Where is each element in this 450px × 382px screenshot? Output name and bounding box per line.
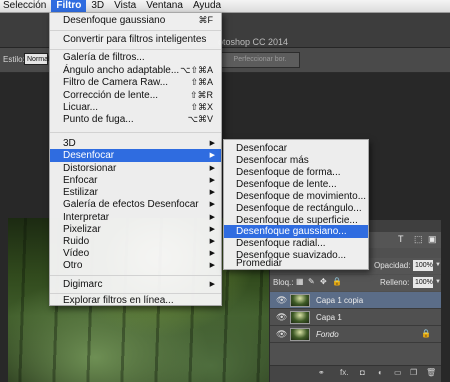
trash-icon[interactable]: 🗑	[426, 368, 436, 377]
shape-filter-icon[interactable]: ⬚	[414, 234, 423, 245]
estilo-select[interactable]: Normal	[24, 53, 50, 65]
menu-separator	[50, 30, 221, 31]
shortcut-label: ⌥⌘V	[187, 114, 213, 124]
shortcut-label: ⌘F	[198, 15, 214, 25]
visibility-eye-icon[interactable]: 👁	[276, 329, 287, 340]
link-icon[interactable]: ⚭	[318, 368, 325, 377]
menu-item-other[interactable]: Otro ▶	[50, 259, 221, 272]
layer-row[interactable]: 👁 Capa 1 copia	[270, 292, 441, 309]
lock-pixels-icon[interactable]: ✎	[308, 277, 315, 286]
perfeccionar-bordes-button[interactable]: Perfeccionar bor.	[220, 52, 300, 68]
folder-icon[interactable]: ▭	[394, 368, 402, 377]
mask-icon[interactable]: ◘	[360, 368, 365, 377]
chevron-down-icon[interactable]: ▼	[435, 279, 441, 285]
chevron-down-icon[interactable]: ▼	[435, 262, 441, 268]
menu-item-vanishing-point[interactable]: Punto de fuga... ⌥⌘V	[50, 113, 221, 126]
fill-input[interactable]: 100%	[413, 277, 433, 288]
menu-item-blur[interactable]: Desenfocar ▶	[50, 149, 221, 162]
menu-ayuda[interactable]: Ayuda	[188, 0, 226, 12]
lock-transparency-icon[interactable]: ▦	[296, 277, 304, 286]
new-layer-icon[interactable]: ❐	[410, 368, 417, 377]
layer-thumbnail	[290, 294, 310, 307]
layer-row[interactable]: 👁 Capa 1	[270, 309, 441, 326]
menu-3d[interactable]: 3D	[86, 0, 109, 12]
visibility-eye-icon[interactable]: 👁	[276, 295, 287, 306]
submenu-arrow-icon: ▶	[209, 281, 215, 288]
blur-submenu: Desenfocar Desenfocar más Desenfoque de …	[223, 139, 369, 270]
menu-item-digimarc[interactable]: Digimarc ▶	[50, 278, 221, 291]
layer-thumbnail	[290, 311, 310, 324]
layer-row[interactable]: 👁 Fondo 🔒	[270, 326, 441, 343]
lock-icon: 🔒	[421, 329, 431, 338]
fx-icon[interactable]: fx.	[340, 368, 348, 377]
layer-name: Capa 1 copia	[316, 296, 364, 305]
filter-menu: Desenfoque gaussiano ⌘F Convertir para f…	[49, 12, 222, 306]
layer-thumbnail	[290, 328, 310, 341]
smart-object-filter-icon[interactable]: ▣	[428, 234, 437, 245]
submenu-arrow-icon: ▶	[209, 262, 215, 269]
menu-item-filter-gallery[interactable]: Galería de filtros...	[50, 51, 221, 64]
menu-filtro[interactable]: Filtro	[51, 0, 87, 12]
opacity-label: Opacidad:	[374, 261, 411, 270]
menu-vista[interactable]: Vista	[109, 0, 141, 12]
menu-item-camera-raw[interactable]: Filtro de Camera Raw... ⇧⌘A	[50, 76, 221, 89]
menu-separator	[50, 293, 221, 294]
menu-item-browse-online[interactable]: Explorar filtros en línea...	[50, 295, 221, 306]
menu-seleccion[interactable]: Selección	[0, 0, 51, 12]
fill-label: Relleno:	[380, 278, 410, 287]
menu-ventana[interactable]: Ventana	[141, 0, 188, 12]
estilo-label: Estilo:	[3, 55, 25, 64]
type-filter-icon[interactable]: T	[398, 234, 404, 244]
lock-all-icon[interactable]: 🔒	[332, 277, 342, 286]
submenu-arrow-icon: ▶	[209, 152, 215, 159]
lock-row: Bloq.: ▦ ✎ ✥ 🔒 Relleno: 100% ▼	[270, 275, 441, 291]
menu-separator	[50, 49, 221, 50]
layer-name: Fondo	[316, 330, 339, 339]
lock-label: Bloq.:	[273, 278, 294, 287]
app-title: otoshop CC 2014	[218, 37, 289, 47]
shortcut-label: ⇧⌘A	[190, 77, 213, 87]
menu-item-last-filter[interactable]: Desenfoque gaussiano ⌘F	[50, 14, 221, 27]
adjustment-icon[interactable]: ◐	[378, 368, 383, 377]
menu-separator	[50, 132, 221, 133]
menu-item-blur-gallery[interactable]: Galería de efectos Desenfocar ▶	[50, 198, 221, 211]
menu-item-smart-filters[interactable]: Convertir para filtros inteligentes	[50, 33, 221, 46]
menu-separator	[50, 275, 221, 276]
layers-footer: ⚭ fx. ◘ ◐ ▭ ❐ 🗑	[270, 365, 441, 382]
layer-name: Capa 1	[316, 313, 342, 322]
submenu-item-average[interactable]: Promediar	[224, 257, 368, 270]
opacity-input[interactable]: 100%	[413, 260, 433, 271]
lock-position-icon[interactable]: ✥	[320, 277, 327, 286]
submenu-arrow-icon: ▶	[209, 201, 215, 208]
visibility-eye-icon[interactable]: 👁	[276, 312, 287, 323]
